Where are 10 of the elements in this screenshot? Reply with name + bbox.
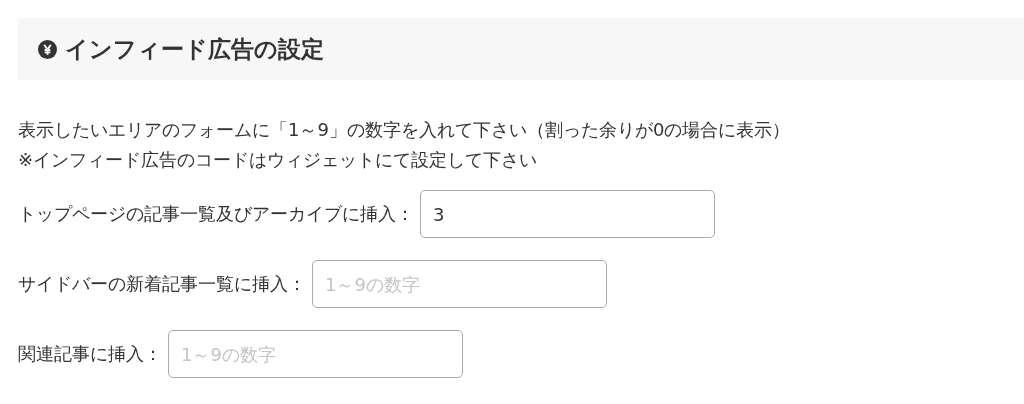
yen-icon xyxy=(38,39,57,59)
description-text: ※インフィード広告のコードはウィジェットにて設定して下さい xyxy=(18,148,539,172)
description-text: 表示したいエリアのフォームに「1～9」の数字を入れて下さい（割った余りが0の場合に表示） xyxy=(18,118,792,142)
field-label: 関連記事に挿入： xyxy=(18,342,162,366)
number-input-field[interactable]: 1～9の数字 xyxy=(312,260,607,308)
number-input-field[interactable]: 1～9の数字 xyxy=(168,330,463,378)
field-label: トップページの記事一覧及びアーカイブに挿入： xyxy=(18,202,414,226)
section-title: インフィード広告の設定 xyxy=(65,34,324,64)
number-input-field[interactable]: 3 xyxy=(420,190,715,238)
field-label: サイドバーの新着記事一覧に挿入： xyxy=(18,272,306,296)
